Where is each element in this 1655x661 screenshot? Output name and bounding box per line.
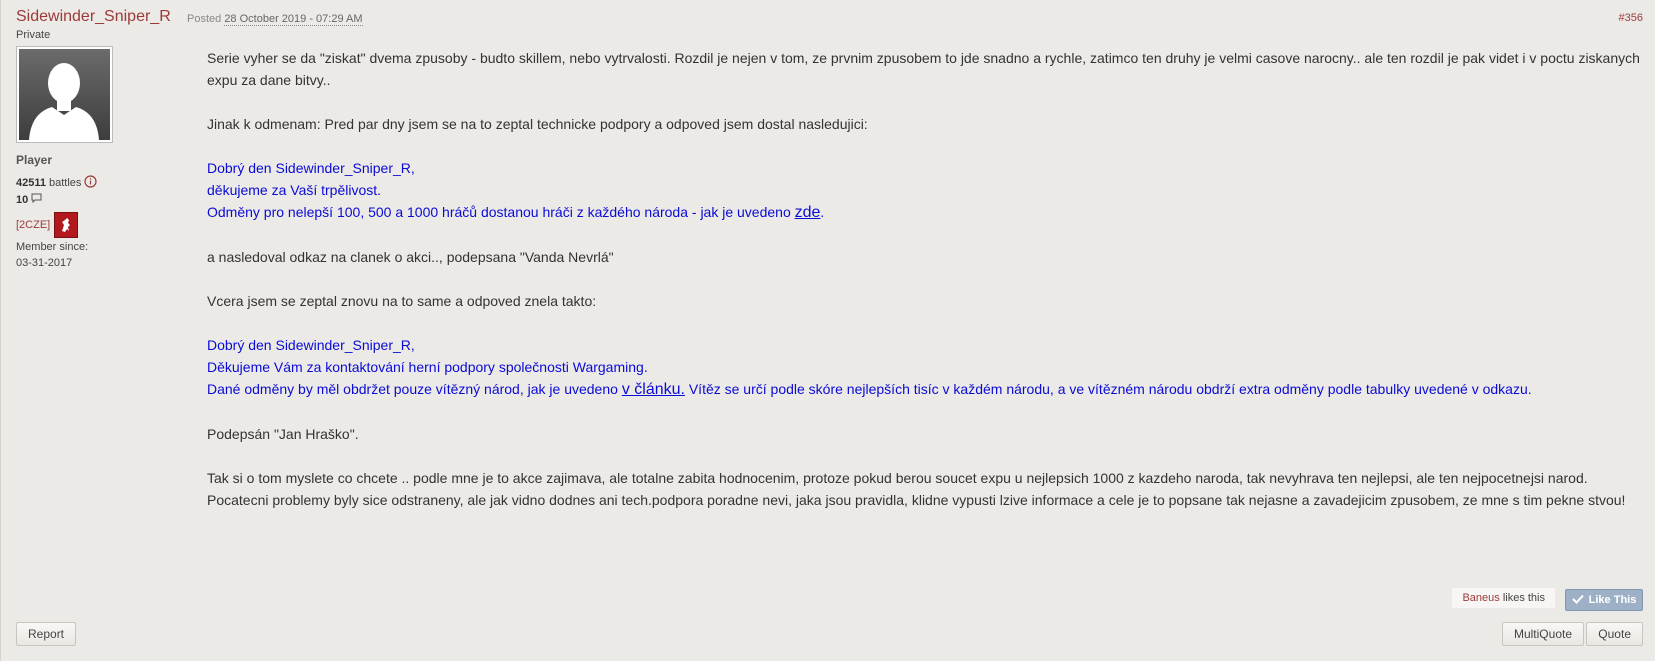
paragraph: Serie vyher se da "ziskat" dvema zpusoby… (207, 50, 1640, 88)
article-link[interactable]: v článku. (622, 381, 685, 398)
avatar[interactable] (16, 46, 113, 143)
quote-line: Odměny pro nelepší 100, 500 a 1000 hráčů… (207, 204, 795, 220)
report-button[interactable]: Report (16, 622, 77, 646)
quote-line: Dané odměny by měl obdržet pouze vítězný… (207, 381, 622, 397)
author-panel: Sidewinder_Sniper_R Private Player 42511… (16, 8, 176, 270)
check-icon (1571, 594, 1584, 607)
quoted-reply-2: Dobrý den Sidewinder_Sniper_R, Děkujeme … (207, 334, 1647, 401)
author-rank: Private (16, 29, 51, 41)
paragraph: Tak si o tom myslete co chcete .. podle … (207, 470, 1626, 508)
member-since-date: 03-31-2017 (16, 257, 73, 269)
multiquote-button[interactable]: MultiQuote (1501, 622, 1584, 646)
post-date: 28 October 2019 - 07:29 AM (224, 13, 363, 26)
post-content: Serie vyher se da "ziskat" dvema zpusoby… (207, 47, 1647, 533)
battles-count: 42511 (16, 177, 46, 189)
quote-line: Vítěz se určí podle skóre nejlepších tis… (684, 381, 1532, 397)
post-number-link[interactable]: #356 (1619, 12, 1643, 24)
reputation-count: 10 (16, 193, 29, 206)
speech-bubble-icon (31, 193, 42, 206)
like-button[interactable]: Like This (1565, 589, 1643, 611)
likes-summary: Baneus likes this (1452, 588, 1555, 608)
likes-suffix: likes this (1502, 592, 1545, 604)
info-circle-icon[interactable] (84, 175, 98, 191)
paragraph: Jinak k odmenam: Pred par dny jsem se na… (207, 116, 868, 132)
paragraph: a nasledoval odkaz na clanek o akci.., p… (207, 249, 614, 265)
author-group: Player (16, 153, 53, 167)
quote-button[interactable]: Quote (1586, 622, 1643, 646)
member-since-label: Member since: (16, 241, 89, 253)
likes-text: Baneus likes this (1452, 588, 1555, 608)
liker-link[interactable]: Baneus (1462, 592, 1499, 604)
clan-info: [2CZE] (16, 212, 176, 238)
quote-line: Dobrý den Sidewinder_Sniper_R, (207, 160, 415, 176)
quote-line: Dobrý den Sidewinder_Sniper_R, (207, 337, 415, 353)
author-name-link[interactable]: Sidewinder_Sniper_R (16, 8, 171, 26)
reputation-stat: 10 (16, 193, 176, 206)
forum-post: Sidewinder_Sniper_R Private Player 42511… (0, 0, 1655, 661)
clan-tag-link[interactable]: [2CZE] (16, 219, 50, 231)
post-meta: Posted 28 October 2019 - 07:29 AM (187, 13, 363, 26)
quote-line: děkujeme za Vaší trpělivost. (207, 182, 382, 198)
zde-link[interactable]: zde (795, 204, 821, 221)
battles-stat: 42511 battles (16, 175, 176, 191)
posted-label: Posted (187, 13, 222, 25)
quote-line-end: . (820, 204, 825, 220)
quoted-reply-1: Dobrý den Sidewinder_Sniper_R, děkujeme … (207, 157, 1647, 224)
paragraph: Vcera jsem se zeptal znovu na to same a … (207, 293, 597, 309)
quote-line: Děkujeme Vám za kontaktování herní podpo… (207, 359, 648, 375)
like-button-label: Like This (1588, 594, 1637, 606)
heraldic-lion-icon[interactable] (54, 212, 79, 238)
paragraph: Podepsán "Jan Hraško". (207, 426, 359, 442)
battles-label: battles (48, 177, 82, 189)
avatar-silhouette-icon (19, 49, 110, 140)
